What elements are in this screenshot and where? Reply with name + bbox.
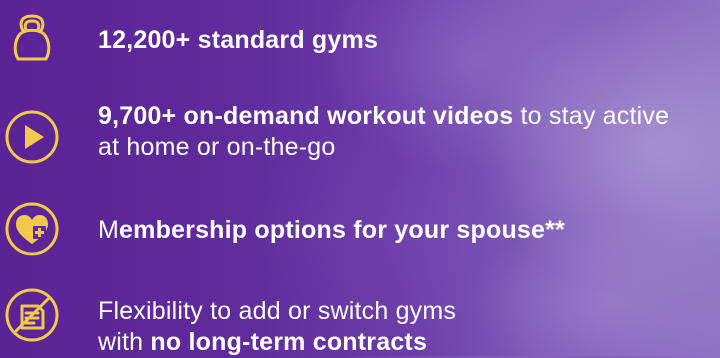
- feature-bold-gyms: 12,200+ standard gyms: [98, 26, 379, 54]
- feature-text-videos: 9,700+ on-demand workout videos to stay …: [98, 101, 720, 163]
- feature-lead-spouse: M: [98, 216, 120, 244]
- feature-rest-videos-1: to stay active: [513, 102, 670, 130]
- play-icon: [3, 108, 61, 166]
- heart-plus-icon: [3, 200, 61, 258]
- kettlebell-icon: [3, 10, 61, 68]
- feature-bold-flexibility: no long-term contracts: [150, 328, 428, 356]
- no-contract-icon: [3, 286, 61, 344]
- feature-bold-spouse: embership options for your spouse**: [119, 216, 565, 244]
- feature-text-flexibility: Flexibility to add or switch gyms with n…: [98, 296, 720, 358]
- feature-bold-videos: 9,700+ on-demand workout videos: [98, 102, 514, 130]
- feature-text-gyms: 12,200+ standard gyms: [98, 25, 720, 56]
- feature-text-spouse: Membership options for your spouse**: [98, 215, 720, 246]
- feature-rest-videos-2: at home or on-the-go: [98, 133, 336, 161]
- feature-prefix-flexibility: with: [98, 328, 151, 356]
- feature-line1-flexibility: Flexibility to add or switch gyms: [98, 297, 457, 325]
